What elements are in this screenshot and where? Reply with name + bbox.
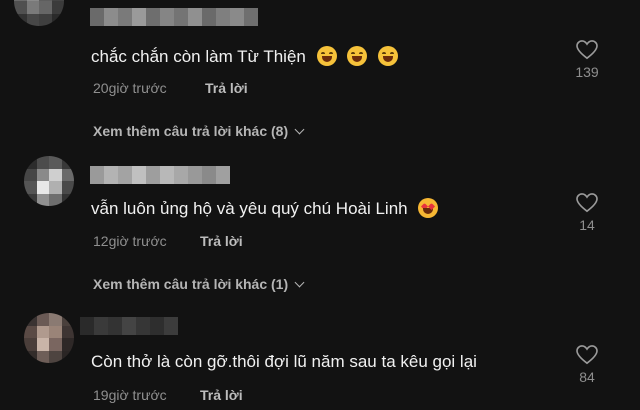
reply-button[interactable]: Trả lời: [205, 80, 248, 96]
heart-outline-icon: [576, 40, 598, 60]
chevron-down-icon: [294, 124, 305, 135]
avatar[interactable]: [24, 156, 74, 206]
heart-outline-icon: [576, 345, 598, 365]
timestamp: 12giờ trước: [93, 233, 167, 249]
view-more-replies[interactable]: Xem thêm câu trả lời khác (8): [93, 123, 305, 139]
timestamp: 19giờ trước: [93, 387, 167, 403]
avatar[interactable]: [24, 313, 74, 363]
smiling-hearts-emoji: [418, 198, 439, 218]
timestamp: 20giờ trước: [93, 80, 167, 96]
grinning-sweat-emoji: [316, 46, 337, 66]
like-count: 84: [579, 369, 595, 385]
comment-text-content: Còn thở là còn gỡ.thôi đợi lũ năm sau ta…: [91, 352, 477, 371]
username-blurred[interactable]: [90, 8, 258, 26]
view-more-replies[interactable]: Xem thêm câu trả lời khác (1): [93, 276, 305, 292]
like-count: 139: [575, 64, 599, 80]
like-button[interactable]: 84: [567, 345, 607, 385]
comment-text-content: vẫn luôn ủng hộ và yêu quý chú Hoài Linh: [91, 199, 408, 218]
heart-outline-icon: [576, 193, 598, 213]
comment-text: Còn thở là còn gỡ.thôi đợi lũ năm sau ta…: [91, 352, 477, 372]
comment-text: chắc chắn còn làm Từ Thiện: [91, 46, 399, 67]
chevron-down-icon: [294, 277, 305, 288]
grinning-sweat-emoji: [347, 46, 368, 66]
like-button[interactable]: 14: [567, 193, 607, 233]
username-blurred[interactable]: [80, 317, 178, 335]
comment-text: vẫn luôn ủng hộ và yêu quý chú Hoài Linh: [91, 198, 439, 219]
reply-button[interactable]: Trả lời: [200, 387, 243, 403]
username-blurred[interactable]: [90, 166, 230, 184]
grinning-sweat-emoji: [378, 46, 399, 66]
reply-button[interactable]: Trả lời: [200, 233, 243, 249]
like-count: 14: [579, 217, 595, 233]
comment-text-content: chắc chắn còn làm Từ Thiện: [91, 47, 306, 66]
view-more-replies-label: Xem thêm câu trả lời khác (8): [93, 123, 289, 139]
like-button[interactable]: 139: [567, 40, 607, 80]
avatar[interactable]: [14, 0, 64, 26]
view-more-replies-label: Xem thêm câu trả lời khác (1): [93, 276, 289, 292]
